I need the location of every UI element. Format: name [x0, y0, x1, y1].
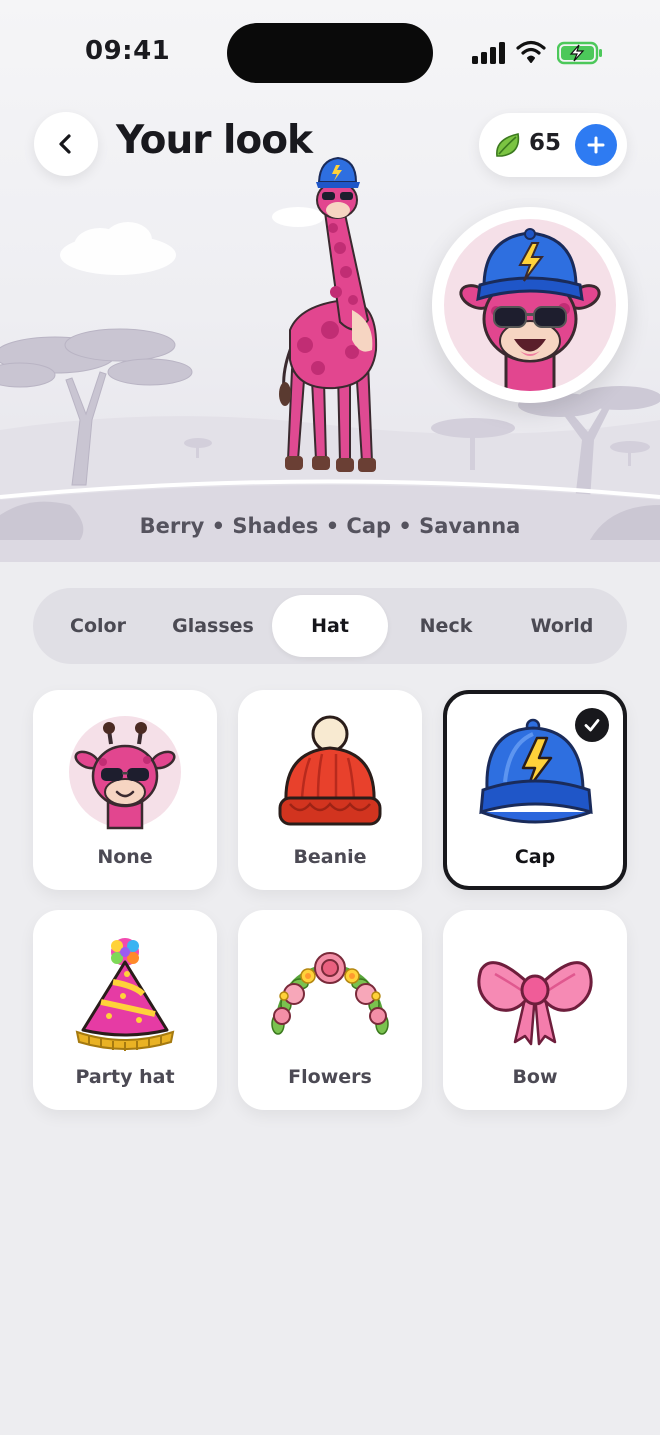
- hat-option-label: Bow: [512, 1066, 558, 1088]
- cellular-signal-icon: [472, 42, 505, 64]
- hat-option-none[interactable]: None: [33, 690, 217, 890]
- tab-neck[interactable]: Neck: [388, 595, 504, 657]
- beanie-icon: [278, 715, 382, 826]
- hat-option-label: Party hat: [75, 1066, 175, 1088]
- giraffe-avatar-icon: [459, 228, 601, 391]
- leaf-balance: 65: [479, 113, 627, 177]
- hat-option-beanie[interactable]: Beanie: [238, 690, 422, 890]
- status-bar: 09:41: [0, 0, 660, 100]
- plus-icon: [587, 136, 605, 154]
- hat-option-cap[interactable]: Cap: [443, 690, 627, 890]
- hat-option-party-hat[interactable]: Party hat: [33, 910, 217, 1110]
- leaf-icon: [496, 133, 520, 157]
- page-title: Your look: [116, 118, 313, 163]
- hat-option-flowers[interactable]: Flowers: [238, 910, 422, 1110]
- tab-world[interactable]: World: [504, 595, 620, 657]
- hat-option-label: Flowers: [288, 1066, 372, 1088]
- back-button[interactable]: [34, 112, 98, 176]
- status-time: 09:41: [85, 36, 171, 66]
- dynamic-island: [227, 23, 433, 83]
- leaf-count: 65: [529, 130, 562, 156]
- add-leaves-button[interactable]: [575, 124, 617, 166]
- tab-glasses[interactable]: Glasses: [155, 595, 271, 657]
- hat-option-label: Beanie: [293, 846, 367, 868]
- tab-color[interactable]: Color: [40, 595, 156, 657]
- outfit-summary: Berry • Shades • Cap • Savanna: [139, 514, 521, 538]
- hat-option-label: Cap: [514, 846, 556, 868]
- hat-option-label: None: [97, 846, 153, 868]
- battery-charging-icon: [557, 41, 602, 65]
- wifi-icon: [516, 40, 546, 63]
- hat-option-bow[interactable]: Bow: [443, 910, 627, 1110]
- flower-crown-icon: [271, 952, 389, 1035]
- category-tabs: Color Glasses Hat Neck World: [33, 588, 627, 664]
- party-hat-icon: [75, 938, 175, 1051]
- chevron-left-icon: [59, 134, 71, 154]
- bow-icon: [477, 961, 593, 1046]
- tab-hat[interactable]: Hat: [272, 595, 388, 657]
- giraffe-face-icon: [69, 716, 181, 830]
- avatar-preview: [432, 207, 628, 403]
- selected-check-icon: [575, 708, 609, 742]
